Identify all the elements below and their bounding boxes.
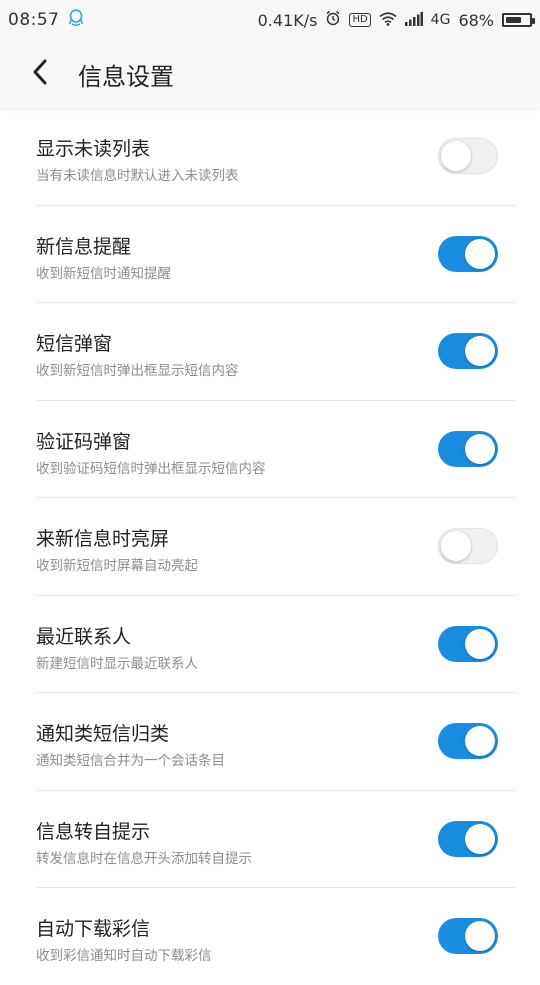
setting-item[interactable]: 新信息提醒收到新短信时通知提醒 (36, 206, 516, 303)
app-header: 信息设置 (0, 40, 540, 108)
setting-title: 显示未读列表 (36, 138, 151, 160)
toggle-knob (441, 141, 471, 171)
setting-description: 收到新短信时弹出框显示短信内容 (36, 363, 239, 379)
setting-description: 新建短信时显示最近联系人 (36, 655, 198, 672)
setting-item[interactable]: 来新信息时亮屏收到新短信时屏幕自动亮起 (36, 498, 516, 596)
network-speed: 0.41K/s (257, 10, 318, 30)
toggle-knob (465, 628, 495, 659)
signal-icon (404, 11, 423, 30)
setting-description: 通知类短信合并为一个会话条目 (36, 753, 225, 769)
toggle-knob (441, 531, 471, 561)
setting-description: 转发信息时在信息开头添加转自提示 (36, 850, 252, 867)
battery-percent: 68% (458, 10, 494, 30)
setting-toggle[interactable] (438, 820, 498, 857)
setting-title: 通知类短信归类 (36, 723, 170, 745)
toggle-knob (465, 433, 495, 464)
setting-item[interactable]: 显示未读列表当有未读信息时默认进入未读列表 (36, 108, 516, 206)
chevron-left-icon (30, 58, 50, 90)
network-type: 4G (430, 12, 451, 28)
setting-item[interactable]: 通知类短信归类通知类短信合并为一个会话条目 (36, 693, 516, 791)
setting-title: 短信弹窗 (36, 333, 113, 355)
setting-item[interactable]: 最近联系人新建短信时显示最近联系人 (36, 596, 516, 693)
status-time: 08:57 (8, 10, 60, 30)
setting-title: 来新信息时亮屏 (36, 528, 170, 550)
setting-description: 收到彩信通知时自动下载彩信 (36, 948, 212, 964)
qq-icon (68, 9, 84, 31)
alarm-icon (325, 10, 341, 30)
status-left: 08:57 (8, 9, 84, 31)
status-right: 0.41K/s HD 4G 68% (257, 10, 535, 30)
setting-toggle[interactable] (438, 918, 498, 954)
setting-title: 新信息提醒 (36, 235, 132, 258)
hd-icon: HD (349, 13, 371, 27)
setting-toggle[interactable] (438, 723, 498, 759)
setting-description: 收到新短信时屏幕自动亮起 (36, 558, 198, 574)
setting-toggle[interactable] (438, 430, 498, 467)
battery-icon (502, 13, 535, 27)
status-bar: 08:57 0.41K/s HD 4G 68% (0, 0, 540, 40)
setting-description: 收到验证码短信时弹出框显示短信内容 (36, 460, 266, 477)
back-button[interactable] (12, 46, 68, 102)
setting-toggle[interactable] (438, 528, 498, 564)
setting-toggle[interactable] (438, 138, 498, 174)
setting-toggle[interactable] (438, 625, 498, 662)
setting-toggle[interactable] (438, 333, 498, 369)
setting-item[interactable]: 短信弹窗收到新短信时弹出框显示短信内容 (36, 303, 516, 401)
setting-item[interactable]: 验证码弹窗收到验证码短信时弹出框显示短信内容 (36, 401, 516, 498)
setting-description: 收到新短信时通知提醒 (36, 265, 171, 282)
setting-title: 验证码弹窗 (36, 430, 132, 453)
setting-title: 信息转自提示 (36, 820, 151, 843)
settings-list: 显示未读列表当有未读信息时默认进入未读列表新信息提醒收到新短信时通知提醒短信弹窗… (0, 108, 540, 985)
toggle-knob (465, 726, 495, 756)
toggle-knob (465, 336, 495, 366)
setting-description: 当有未读信息时默认进入未读列表 (36, 168, 239, 184)
toggle-knob (465, 238, 495, 269)
setting-toggle[interactable] (438, 235, 498, 272)
page-title: 信息设置 (78, 62, 174, 91)
setting-title: 最近联系人 (36, 625, 132, 648)
battery-fill (506, 17, 521, 23)
setting-item[interactable]: 自动下载彩信收到彩信通知时自动下载彩信 (36, 888, 516, 985)
setting-item[interactable]: 信息转自提示转发信息时在信息开头添加转自提示 (36, 791, 516, 888)
wifi-icon (379, 11, 397, 30)
setting-title: 自动下载彩信 (36, 918, 151, 940)
toggle-knob (465, 921, 495, 951)
toggle-knob (465, 823, 495, 854)
